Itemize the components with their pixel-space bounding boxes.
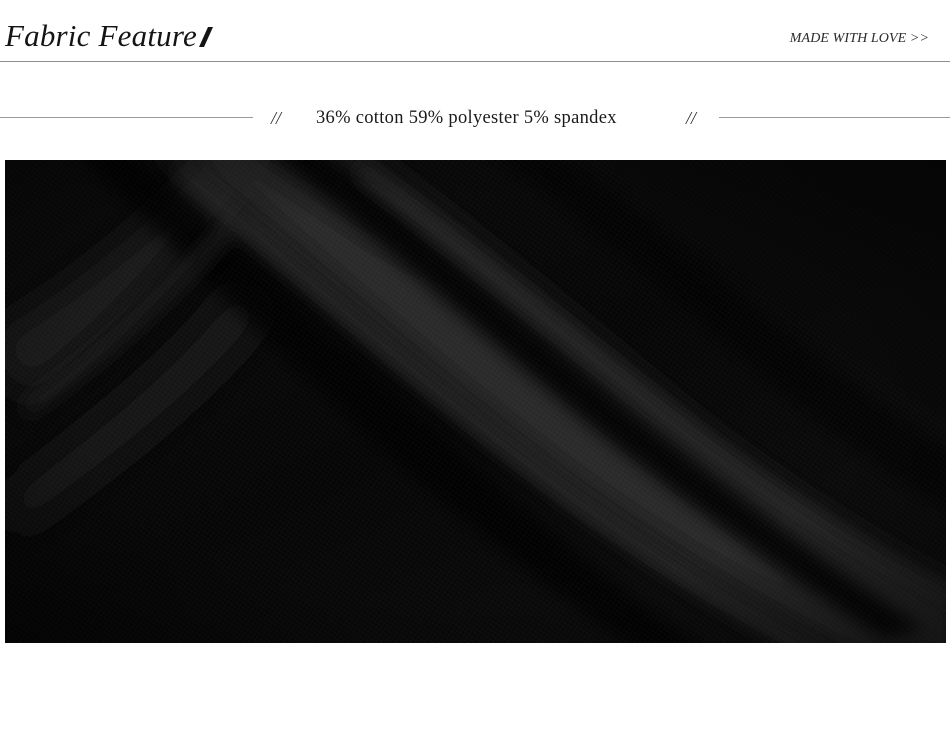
fabric-composition-text: 36% cotton 59% polyester 5% spandex bbox=[316, 108, 617, 128]
fabric-texture-illustration bbox=[5, 160, 946, 643]
left-divider-line bbox=[0, 117, 253, 118]
right-divider-line bbox=[719, 117, 950, 118]
made-with-love-tagline: MADE WITH LOVE >> bbox=[789, 31, 929, 46]
slash-icon bbox=[198, 18, 213, 47]
page-header: Fabric Feature MADE WITH LOVE >> bbox=[0, 0, 950, 62]
fabric-composition-row: // 36% cotton 59% polyester 5% spandex /… bbox=[0, 100, 950, 138]
right-double-slash: // bbox=[686, 108, 697, 128]
page-title: Fabric Feature bbox=[5, 16, 213, 56]
page-title-text: Fabric Feature bbox=[5, 18, 197, 53]
black-fabric-folds-image bbox=[5, 160, 946, 643]
left-double-slash: // bbox=[271, 108, 282, 128]
